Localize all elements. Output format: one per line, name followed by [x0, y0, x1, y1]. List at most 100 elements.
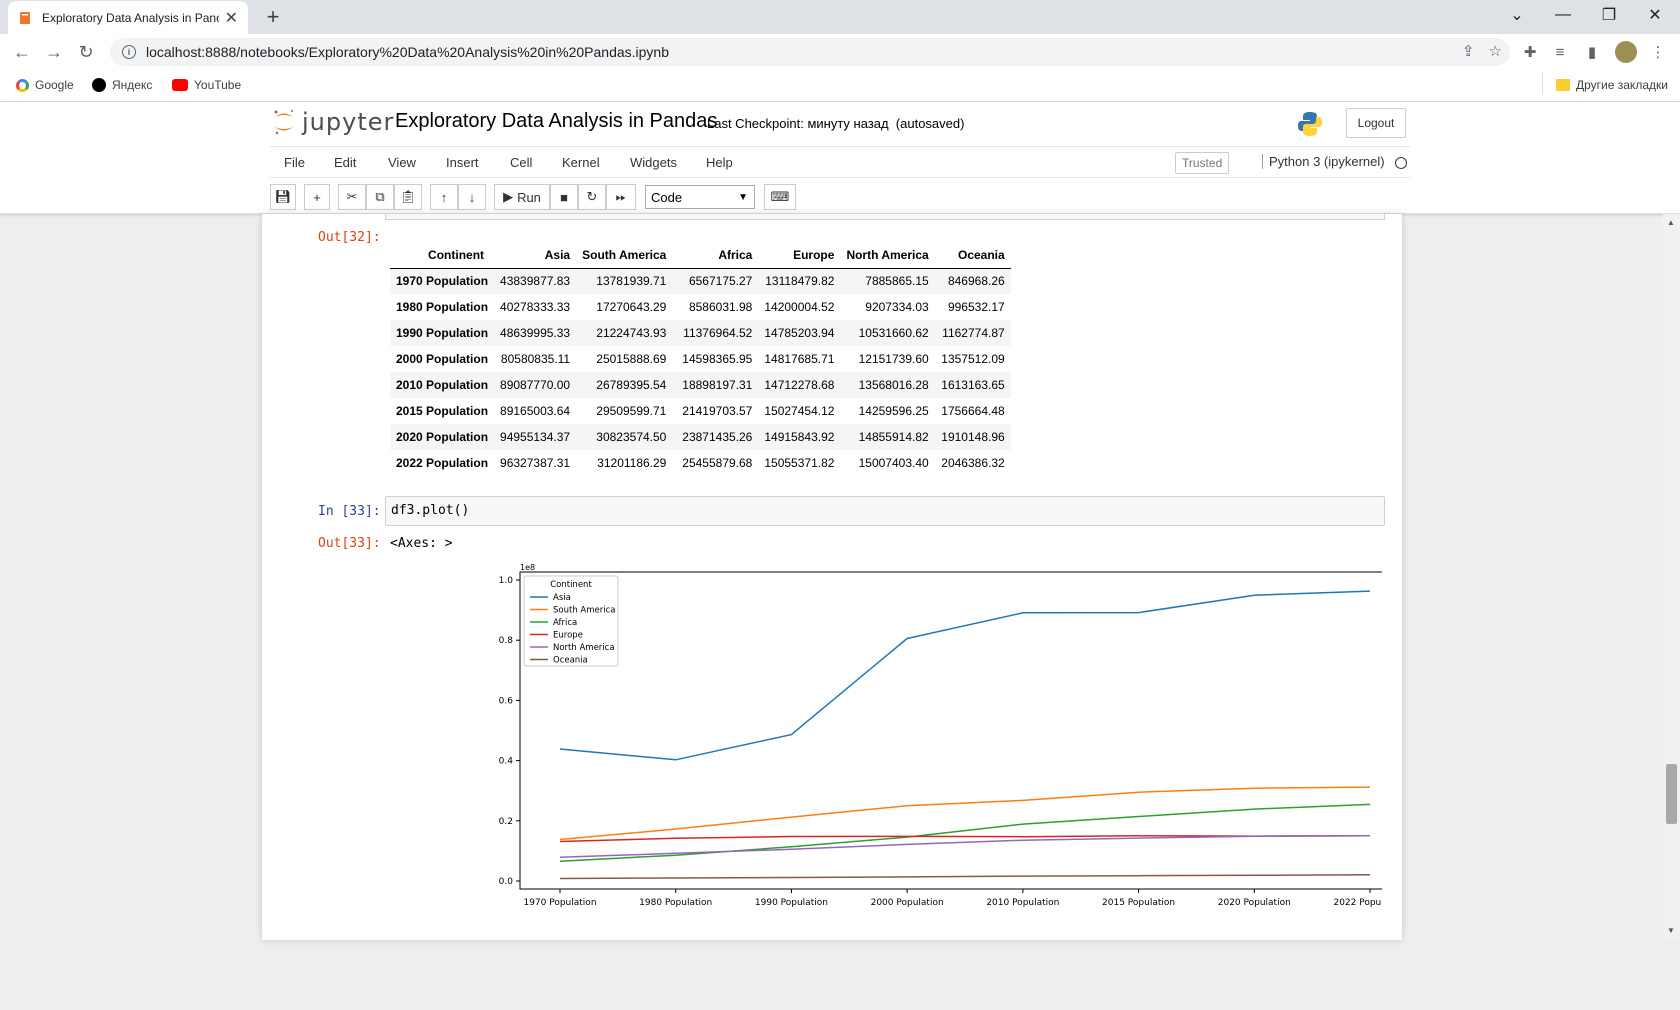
other-bookmarks[interactable]: Другие закладки — [1556, 78, 1668, 92]
bookmark-google[interactable]: Google — [16, 78, 74, 92]
scrollbar-thumb[interactable] — [1666, 764, 1677, 824]
table-cell: 15007403.40 — [858, 456, 929, 470]
menu-view[interactable]: View — [388, 155, 416, 170]
scroll-down-icon[interactable]: ▼ — [1667, 926, 1675, 935]
table-cell: 14817685.71 — [764, 352, 835, 366]
move-up-icon[interactable]: ↑ — [430, 184, 458, 210]
close-window-icon[interactable]: ✕ — [1632, 0, 1678, 30]
x-tick-label: 1970 Population — [523, 898, 596, 908]
bookmark-yandex[interactable]: Яндекс — [92, 78, 152, 92]
table-cell: 9207334.03 — [865, 300, 929, 314]
table-row: 2010 Population 89087770.00 26789395.54 … — [390, 372, 1011, 398]
x-tick-label: 2015 Population — [1102, 898, 1175, 908]
bookmark-youtube[interactable]: YouTube — [172, 78, 241, 92]
notebook-area: Out[32]: Continent Asia South America Af… — [262, 214, 1402, 940]
row-index: 2020 Population — [396, 430, 489, 444]
share-icon[interactable]: ⇪ — [1462, 42, 1475, 60]
table-cell: 15055371.82 — [764, 456, 835, 470]
media-control-icon[interactable]: ≡ — [1550, 42, 1570, 62]
tab-search-icon[interactable]: ⌄ — [1494, 0, 1540, 30]
y-tick-label: 1.0 — [499, 576, 514, 586]
insert-cell-icon[interactable]: + — [304, 184, 330, 210]
scroll-up-icon[interactable]: ▲ — [1667, 218, 1675, 227]
table-cell: 80580835.11 — [500, 352, 571, 366]
address-bar-row: ← → ↻ i localhost:8888/notebooks/Explora… — [0, 34, 1680, 70]
row-index: 1970 Population — [396, 274, 489, 289]
menu-help[interactable]: Help — [706, 155, 733, 170]
back-icon[interactable]: ← — [10, 40, 34, 64]
url-text: localhost:8888/notebooks/Exploratory%20D… — [146, 44, 670, 60]
keyboard-icon[interactable]: ⌨ — [764, 184, 796, 210]
tab-close-icon[interactable]: ✕ — [225, 8, 238, 28]
page-scrollbar[interactable]: ▲ ▼ — [1663, 214, 1680, 940]
table-cell: 2046386.32 — [941, 456, 1005, 470]
table-corner-label: Continent — [390, 242, 495, 269]
copy-icon[interactable]: ⧉ — [366, 184, 394, 210]
table-cell: 13781939.71 — [596, 274, 667, 289]
folder-icon — [1556, 79, 1570, 91]
table-cell: 7885865.15 — [865, 274, 929, 289]
more-menu-icon[interactable]: ⋮ — [1648, 42, 1668, 62]
move-down-icon[interactable]: ↓ — [458, 184, 486, 210]
menu-edit[interactable]: Edit — [334, 155, 356, 170]
trusted-badge[interactable]: Trusted — [1175, 152, 1230, 174]
site-info-icon[interactable]: i — [122, 45, 136, 59]
population-line-chart: 0.0 0.2 0.4 0.6 0.8 1.0 1e8 1970 Population 1980… — [499, 564, 1382, 908]
forward-icon[interactable]: → — [42, 40, 66, 64]
save-icon[interactable]: 💾︎ — [270, 184, 296, 210]
paste-icon[interactable]: 📋︎ — [394, 184, 422, 210]
profile-avatar[interactable] — [1615, 41, 1637, 63]
column-header: Oceania — [934, 242, 1011, 269]
table-cell: 96327387.31 — [500, 456, 571, 470]
run-button[interactable]: ▶ Run — [494, 184, 550, 210]
table-row: 2000 Population 80580835.11 25015888.69 … — [390, 346, 1011, 372]
logout-button[interactable]: Logout — [1346, 108, 1406, 138]
table-cell: 1910148.96 — [941, 430, 1005, 444]
run-icon: ▶ — [503, 189, 514, 204]
side-panel-icon[interactable]: ▮ — [1582, 42, 1602, 62]
restart-icon[interactable]: ↻ — [578, 184, 606, 210]
previous-input-cell[interactable] — [385, 214, 1385, 220]
kernel-name[interactable]: Python 3 (ipykernel) — [1262, 154, 1385, 169]
menu-kernel[interactable]: Kernel — [562, 155, 600, 170]
browser-tab[interactable]: Exploratory Data Analysis in Panc ✕ — [8, 1, 248, 34]
row-index: 2010 Population — [396, 378, 489, 392]
python-logo-icon — [1298, 112, 1322, 136]
new-tab-icon[interactable]: + — [260, 4, 286, 30]
browser-tab-bar: Exploratory Data Analysis in Panc ✕ + ⌄ … — [0, 0, 1680, 34]
minimize-icon[interactable]: — — [1540, 0, 1586, 30]
menu-file[interactable]: File — [284, 155, 305, 170]
table-cell: 14785203.94 — [764, 326, 835, 340]
jupyter-logo[interactable]: jupyter — [272, 108, 394, 136]
table-cell: 6567175.27 — [688, 274, 753, 289]
table-cell: 11376964.52 — [683, 326, 753, 340]
notebook-favicon-icon — [20, 11, 30, 24]
cut-icon[interactable]: ✂ — [338, 184, 366, 210]
table-cell: 40278333.33 — [500, 300, 571, 314]
cell-type-select[interactable]: Code ▼ — [645, 185, 755, 209]
menu-insert[interactable]: Insert — [446, 155, 479, 170]
jupyter-header: jupyter Exploratory Data Analysis in Pan… — [0, 102, 1680, 214]
extensions-icon[interactable]: ✚ — [1520, 42, 1540, 62]
url-field[interactable]: i localhost:8888/notebooks/Exploratory%2… — [110, 38, 1510, 66]
table-row: 2015 Population 89165003.64 29509599.71 … — [390, 398, 1011, 424]
table-cell: 8586031.98 — [688, 300, 753, 314]
table-cell: 996532.17 — [947, 300, 1005, 314]
menu-widgets[interactable]: Widgets — [630, 155, 677, 170]
interrupt-icon[interactable]: ■ — [550, 184, 578, 210]
reload-icon[interactable]: ↻ — [74, 40, 98, 64]
table-cell: 14855914.82 — [858, 430, 929, 444]
table-cell: 13568016.28 — [858, 378, 929, 392]
notebook-title[interactable]: Exploratory Data Analysis in Pandas — [395, 110, 717, 133]
table-cell: 14200004.52 — [764, 300, 835, 314]
table-cell: 1357512.09 — [941, 352, 1005, 366]
menu-cell[interactable]: Cell — [510, 155, 532, 170]
bookmark-star-icon[interactable]: ☆ — [1489, 42, 1502, 60]
table-cell: 30823574.50 — [596, 430, 667, 444]
table-cell: 17270643.29 — [596, 300, 667, 314]
restore-icon[interactable]: ❐ — [1586, 0, 1632, 30]
y-tick-label: 0.8 — [499, 636, 514, 646]
restart-run-all-icon[interactable]: ⏩︎ — [606, 184, 636, 210]
y-tick-label: 0.2 — [499, 817, 513, 827]
code-input-cell[interactable]: df3.plot() — [385, 496, 1385, 526]
